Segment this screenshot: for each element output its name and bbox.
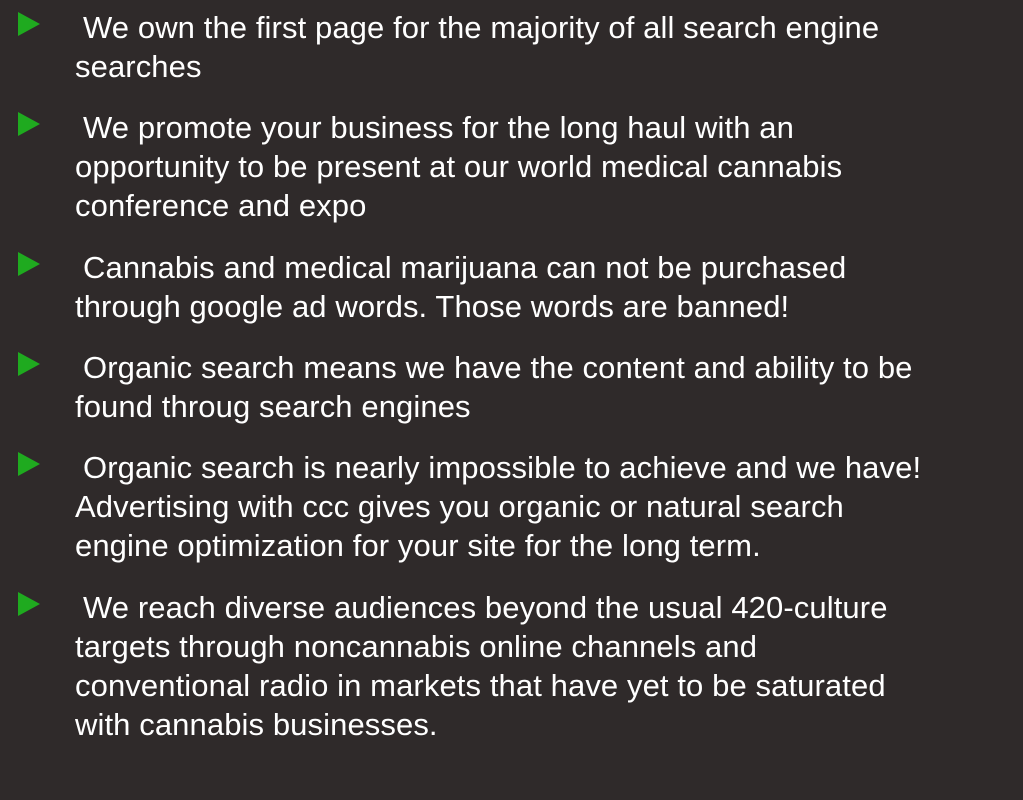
bullet-line: through google ad words. Those words are… [75, 289, 790, 324]
bullet-text: We promote your business for the long ha… [75, 108, 1015, 225]
bullet-line: found throug search engines [75, 389, 471, 424]
bullet-line: searches [75, 49, 202, 84]
bullet-text: We own the first page for the majority o… [75, 8, 1015, 86]
bullet-text: Cannabis and medical marijuana can not b… [75, 248, 1015, 326]
bullet-line: We promote your business for the long ha… [83, 110, 794, 145]
bullet-line: We reach diverse audiences beyond the us… [83, 590, 888, 625]
bullet-line: conventional radio in markets that have … [75, 668, 886, 703]
bullet-text: Organic search is nearly impossible to a… [75, 448, 1015, 565]
bullet-line: engine optimization for your site for th… [75, 528, 761, 563]
bullet-line: targets through noncannabis online chann… [75, 629, 758, 664]
bullet-line: Cannabis and medical marijuana can not b… [83, 250, 847, 285]
bullet-line: We own the first page for the majority o… [83, 10, 880, 45]
bullet-line: Advertising with ccc gives you organic o… [75, 489, 844, 524]
bullet-line: with cannabis businesses. [75, 707, 438, 742]
bullet-line: Organic search means we have the content… [83, 350, 913, 385]
triangle-bullet-icon [18, 352, 40, 376]
bullet-text: We reach diverse audiences beyond the us… [75, 588, 1015, 744]
bullet-text: Organic search means we have the content… [75, 348, 1015, 426]
triangle-bullet-icon [18, 12, 40, 36]
triangle-bullet-icon [18, 252, 40, 276]
triangle-bullet-icon [18, 592, 40, 616]
triangle-bullet-icon [18, 452, 40, 476]
bullet-line: Organic search is nearly impossible to a… [83, 450, 922, 485]
bullet-line: opportunity to be present at our world m… [75, 149, 843, 184]
bullet-line: conference and expo [75, 188, 367, 223]
triangle-bullet-icon [18, 112, 40, 136]
slide: We own the first page for the majority o… [0, 0, 1023, 800]
